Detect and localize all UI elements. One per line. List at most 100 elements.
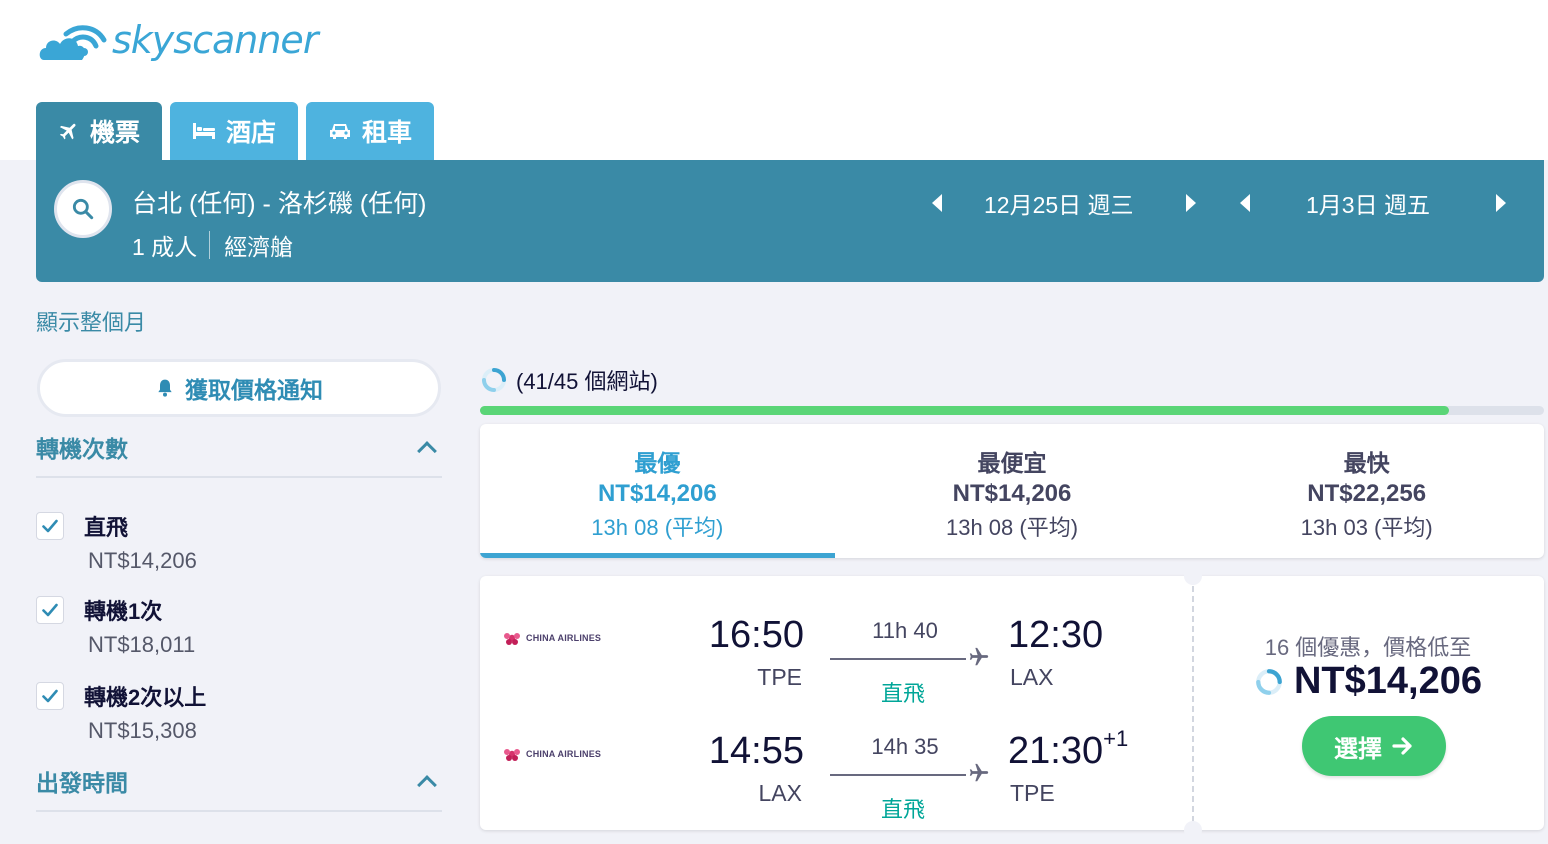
flight-result-card[interactable]: CHINA AIRLINES 16:50 TPE 11h 40 直飛 12:30… xyxy=(480,567,1544,839)
stop-option-direct: 直飛 NT$14,206 xyxy=(36,510,197,574)
cabin-class: 經濟艙 xyxy=(224,234,294,260)
price-alert-label: 獲取價格通知 xyxy=(185,377,323,403)
flight-duration: 14h 35 xyxy=(871,734,939,759)
route-text[interactable]: 台北 (任何) - 洛杉磯 (任何) xyxy=(132,184,426,220)
tab-flights[interactable]: 機票 xyxy=(36,102,163,160)
departure-time-filter-title: 出發時間 xyxy=(36,770,128,796)
tab-hotels[interactable]: 酒店 xyxy=(170,102,299,160)
select-button[interactable]: 選擇 xyxy=(1302,716,1446,776)
airline-logo: CHINA AIRLINES xyxy=(502,630,601,646)
separator xyxy=(209,231,211,259)
sort-tab-price: NT$14,206 xyxy=(597,480,717,507)
passenger-count: 1 成人 xyxy=(132,234,198,260)
arrival-airport: TPE xyxy=(1010,780,1055,806)
day-offset: +1 xyxy=(1103,726,1129,751)
prev-return-date-arrow-icon[interactable] xyxy=(1240,194,1250,212)
sort-tab-duration: 13h 08 (平均) xyxy=(591,515,724,540)
checkmark-icon xyxy=(42,689,58,703)
stop-option-one-stop: 轉機1次 NT$18,011 xyxy=(36,594,195,658)
search-progress: (41/45 個網站) xyxy=(480,364,658,396)
outbound-leg: CHINA AIRLINES 16:50 TPE 11h 40 直飛 12:30… xyxy=(480,590,1192,706)
arrival-time-value: 21:30 xyxy=(1008,730,1104,772)
airline-logo: CHINA AIRLINES xyxy=(502,746,601,762)
stop-option-label: 轉機2次以上 xyxy=(84,685,207,710)
arrow-right-icon xyxy=(1392,737,1412,755)
sort-tab-duration: 13h 08 (平均) xyxy=(945,515,1079,540)
sort-tab-fastest[interactable]: 最快 NT$22,256 13h 03 (平均) xyxy=(1189,424,1544,558)
price-value: NT$14,206 xyxy=(1293,660,1482,702)
airline-name: CHINA AIRLINES xyxy=(526,749,602,759)
next-return-date-arrow-icon[interactable] xyxy=(1495,194,1506,212)
edit-search-button[interactable] xyxy=(54,180,112,238)
checkmark-icon xyxy=(42,603,58,617)
chevron-up-icon[interactable] xyxy=(417,441,437,461)
loading-spinner-icon xyxy=(482,368,506,392)
passenger-cabin-summary[interactable]: 1 成人 經濟艙 xyxy=(132,228,293,262)
inbound-leg: CHINA AIRLINES 14:55 LAX 14h 35 直飛 21:30… xyxy=(480,706,1192,822)
arrival-airport: LAX xyxy=(1010,664,1054,690)
sort-tab-price: NT$14,206 xyxy=(952,480,1072,507)
logo-text: skyscanner xyxy=(112,18,318,62)
bell-icon xyxy=(158,379,172,397)
stop-option-two-plus-stops: 轉機2次以上 NT$15,308 xyxy=(36,680,206,744)
sort-tabs: 最優 NT$14,206 13h 08 (平均) 最便宜 NT$14,206 1… xyxy=(480,424,1544,558)
departure-airport: TPE xyxy=(757,664,802,690)
progress-bar-fill xyxy=(480,406,1450,415)
stops-label: 直飛 xyxy=(880,797,925,822)
stop-option-price: NT$15,308 xyxy=(88,718,197,743)
plum-blossom-icon xyxy=(504,633,520,645)
cloud-logo-icon xyxy=(39,25,107,60)
plane-icon xyxy=(59,123,76,140)
departure-time: 16:50 xyxy=(708,614,804,656)
sort-tab-duration: 13h 03 (平均) xyxy=(1300,515,1433,540)
sort-tab-title: 最快 xyxy=(1343,450,1390,476)
checkmark-icon xyxy=(42,519,58,533)
sort-tab-best[interactable]: 最優 NT$14,206 13h 08 (平均) xyxy=(480,424,835,558)
prev-depart-date-arrow-icon[interactable] xyxy=(932,194,942,212)
stops-filter-title: 轉機次數 xyxy=(36,436,128,462)
two-plus-stops-checkbox[interactable] xyxy=(36,682,64,710)
select-button-label: 選擇 xyxy=(1334,735,1382,763)
ticket-notch xyxy=(1184,567,1202,585)
search-icon xyxy=(72,198,94,220)
depart-date-picker: 12月25日 週三 xyxy=(932,186,1196,220)
chevron-up-icon[interactable] xyxy=(417,775,437,795)
tab-label: 酒店 xyxy=(226,119,277,147)
stop-option-price: NT$14,206 xyxy=(88,548,197,573)
price-alert-button[interactable]: 獲取價格通知 xyxy=(37,359,441,417)
flight-duration: 11h 40 xyxy=(872,618,938,643)
departure-airport: LAX xyxy=(758,780,802,806)
tab-label: 機票 xyxy=(90,119,141,147)
arrival-time-value: 12:30 xyxy=(1008,614,1104,656)
loading-spinner-icon xyxy=(1256,668,1282,695)
ticket-notch xyxy=(1184,821,1202,839)
airline-name: CHINA AIRLINES xyxy=(526,633,602,643)
flight-path-line xyxy=(830,658,966,660)
price-display: NT$14,206 xyxy=(1192,660,1544,703)
show-whole-month-link[interactable]: 顯示整個月 xyxy=(36,305,146,337)
sort-tab-title: 最便宜 xyxy=(977,450,1047,476)
product-tabs: 機票 酒店 租車 xyxy=(36,102,435,160)
stop-option-label: 轉機1次 xyxy=(84,599,163,624)
skyscanner-logo[interactable]: skyscanner xyxy=(36,16,318,64)
deals-count-text: 16 個優惠，價格低至 xyxy=(1264,635,1472,660)
progress-bar xyxy=(480,406,1544,415)
stop-option-price: NT$18,011 xyxy=(88,632,196,657)
departure-time-filter-header[interactable]: 出發時間 xyxy=(36,764,442,812)
arrival-time: 12:30 xyxy=(1008,614,1103,657)
sort-tab-cheapest[interactable]: 最便宜 NT$14,206 13h 08 (平均) xyxy=(835,424,1190,558)
plum-blossom-icon xyxy=(504,749,520,761)
next-depart-date-arrow-icon[interactable] xyxy=(1185,194,1196,212)
search-summary-bar: 台北 (任何) - 洛杉磯 (任何) 1 成人 經濟艙 12月25日 週三 1月… xyxy=(36,160,1544,282)
bed-icon xyxy=(193,123,216,139)
stops-filter-header[interactable]: 轉機次數 xyxy=(36,430,442,478)
return-date[interactable]: 1月3日 週五 xyxy=(1306,186,1430,220)
stop-option-label: 直飛 xyxy=(84,515,129,540)
arrival-time: 21:30+1 xyxy=(1008,726,1128,773)
one-stop-checkbox[interactable] xyxy=(36,596,64,624)
direct-checkbox[interactable] xyxy=(36,512,64,540)
sort-tab-title: 最優 xyxy=(634,450,681,476)
progress-count-text: (41/45 個網站) xyxy=(516,369,658,394)
depart-date[interactable]: 12月25日 週三 xyxy=(984,186,1134,220)
tab-car-hire[interactable]: 租車 xyxy=(306,102,435,160)
